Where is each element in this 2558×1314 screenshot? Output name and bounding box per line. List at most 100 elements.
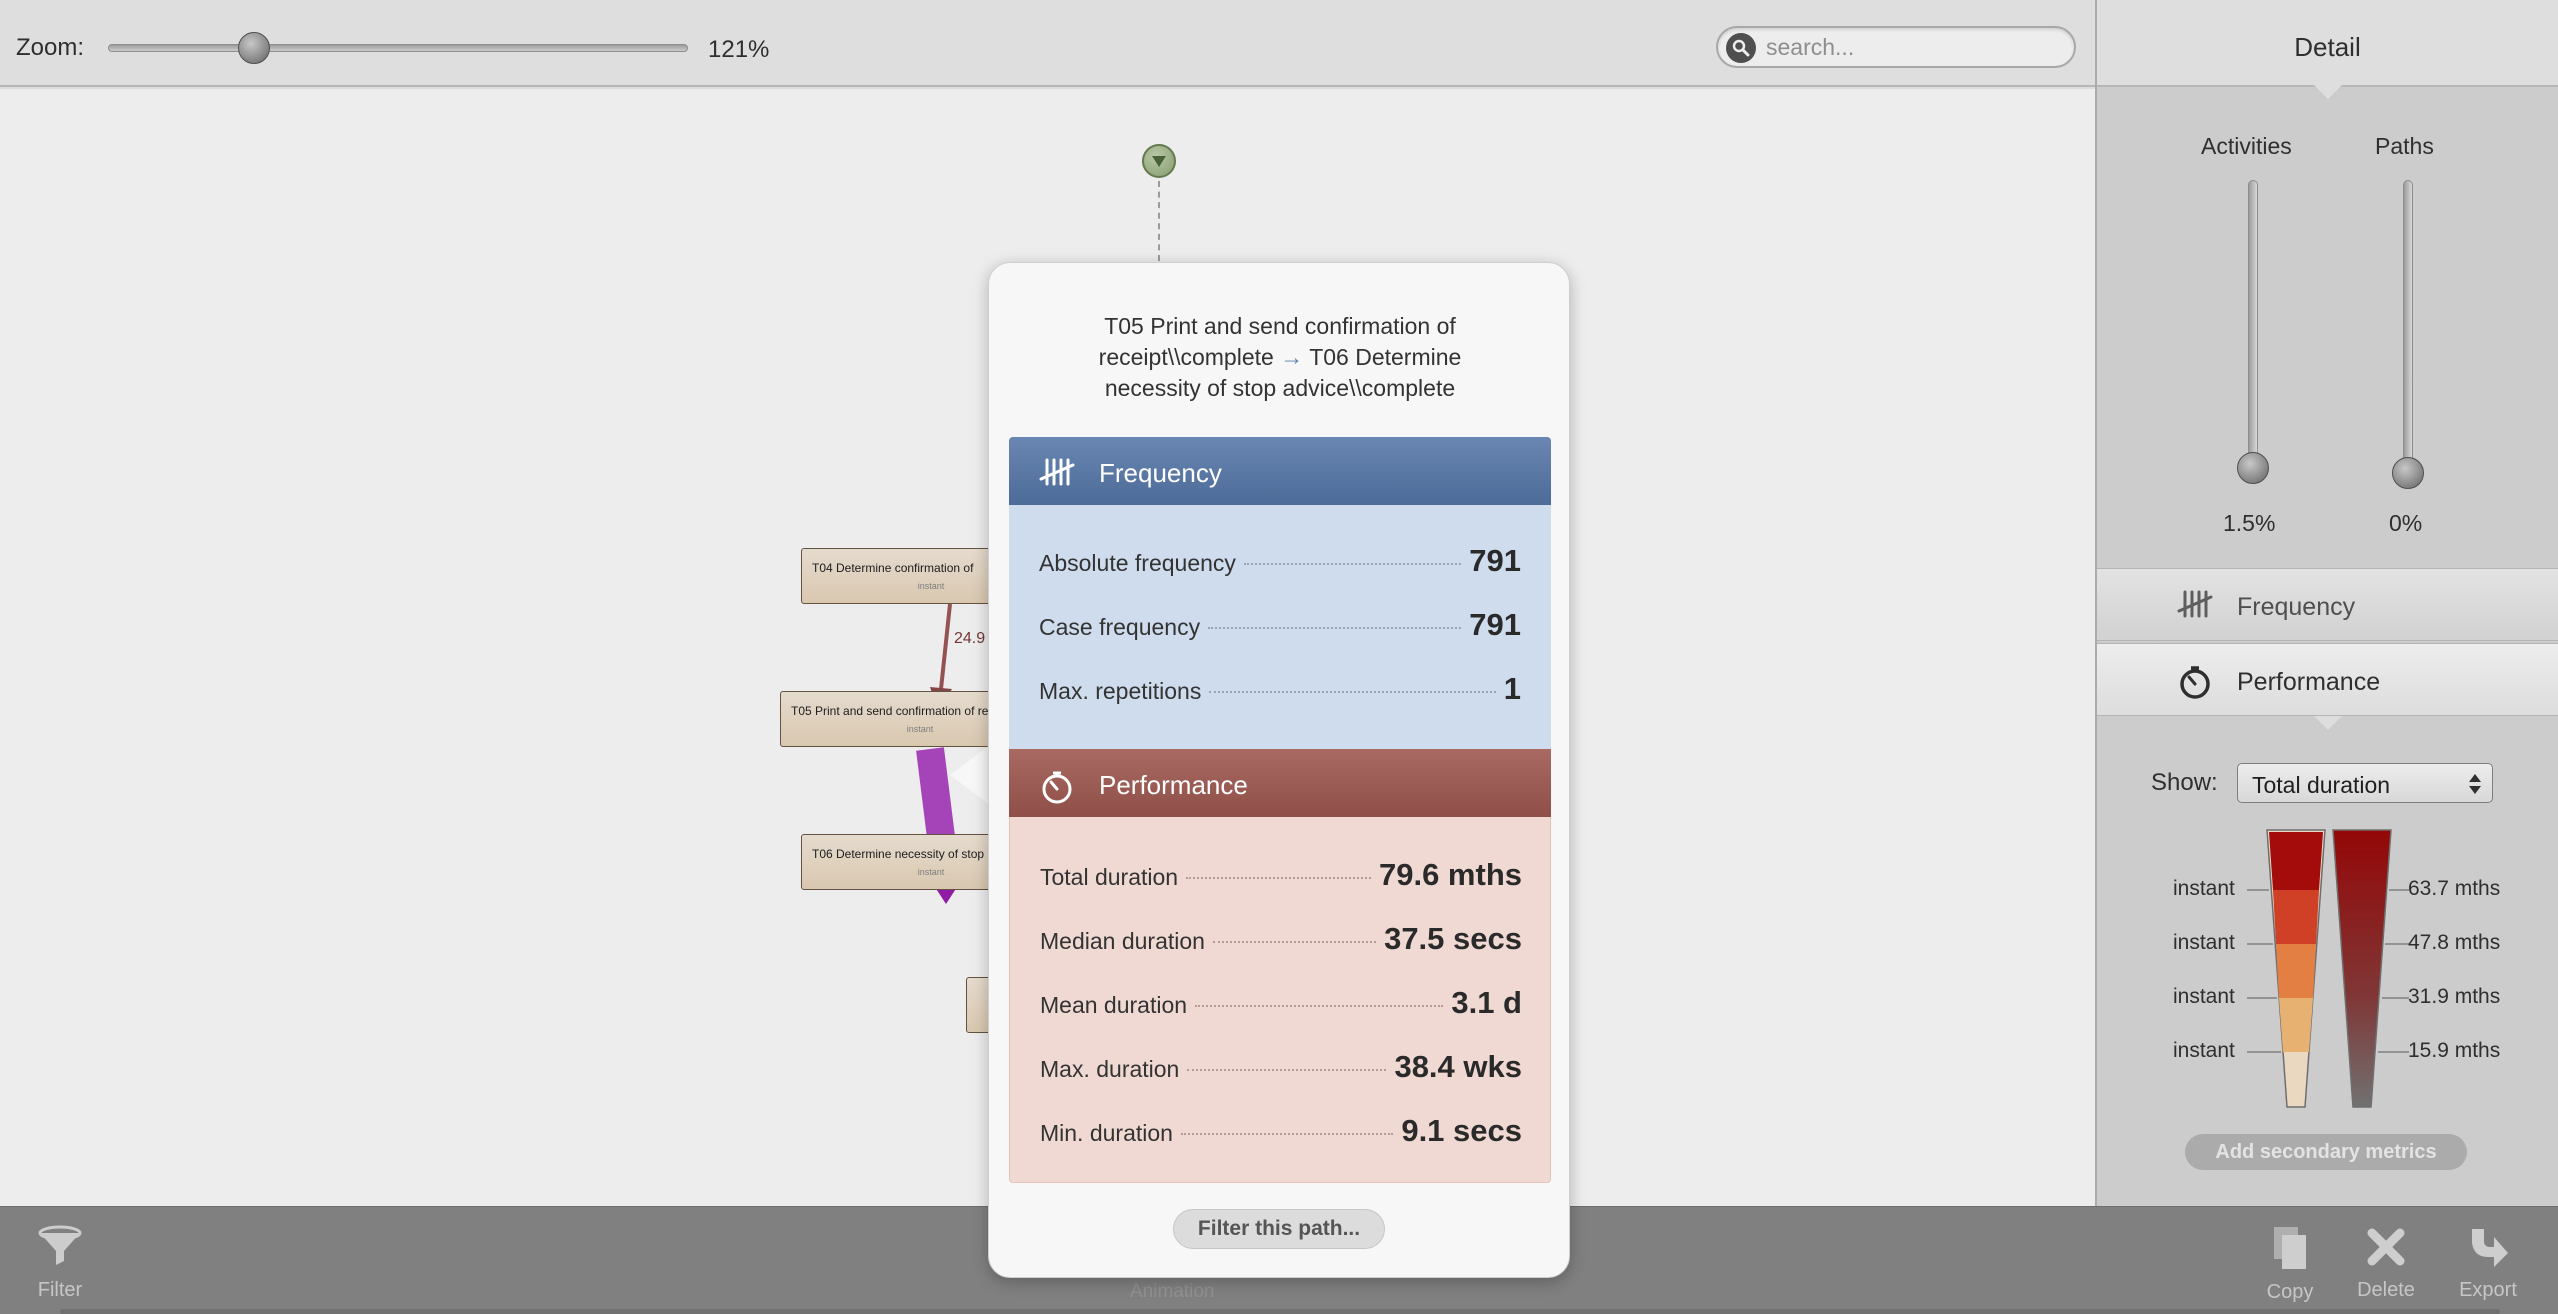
leader-dots [1187,1069,1387,1071]
zoom-label: Zoom: [16,34,85,61]
activities-slider-track[interactable] [2248,180,2258,480]
tab-performance-label: Performance [2237,668,2381,696]
filter-button[interactable]: Filter [28,1225,92,1302]
tab-frequency[interactable]: Frequency [2097,568,2558,641]
path-detail-popup: T05 Print and send confirmation of recei… [988,262,1570,1278]
metric-value: 79.6 mths [1378,857,1522,892]
select-arrows-icon [2469,774,2481,794]
activity-title: T05 Print and send confirmation of rec [791,704,995,718]
copy-button-label: Copy [2266,1281,2314,1303]
metric-row: Min. duration 9.1 secs [1040,1113,1522,1153]
search-box[interactable] [1716,26,2076,68]
delete-button[interactable]: Delete [2354,1225,2418,1302]
metric-row: Mean duration 3.1 d [1040,985,1522,1025]
scale-segment [2279,998,2313,1052]
metric-row: Median duration 37.5 secs [1040,921,1522,961]
activities-slider-handle[interactable] [2237,452,2269,484]
metric-value: 791 [1469,543,1521,578]
show-metric-select[interactable]: Total duration [2237,763,2493,803]
export-icon [2472,1229,2508,1267]
metric-row: Max. duration 38.4 wks [1040,1049,1522,1089]
edge-t04-t05[interactable] [939,603,952,690]
activities-slider-label: Activities [2201,133,2292,159]
edge-label: 24.9 [954,630,986,647]
metric-label: Mean duration [1040,992,1188,1018]
metric-label: Case frequency [1039,614,1201,640]
zoom-slider-track[interactable] [108,44,688,52]
tally-icon [1039,457,1075,492]
metric-label: Max. duration [1040,1056,1180,1082]
toolbar: Zoom: 121% [0,0,2095,87]
performance-section-header: Performance [1009,749,1551,829]
performance-section-title: Performance [1099,770,1248,800]
leader-dots [1212,941,1377,943]
metric-label: Min. duration [1040,1120,1173,1146]
show-metric-value: Total duration [2252,772,2391,798]
legend-left-label: instant [2173,985,2235,1008]
scale-segment [2273,890,2319,944]
tab-performance[interactable]: Performance [2097,643,2558,730]
legend-right-label: 47.8 mths [2408,931,2501,954]
popup-title-line: receipt\\complete → T06 Determine [1019,342,1541,373]
tab-notch [2314,716,2342,730]
leader-dots [1195,1005,1444,1007]
activity-title: T06 Determine necessity of stop [812,847,985,861]
metric-value: 3.1 d [1451,985,1522,1020]
popup-pointer [950,745,990,805]
metric-label: Total duration [1040,864,1179,890]
frequency-metrics: Absolute frequency 791 Case frequency 791 … [1009,505,1551,749]
stopwatch-icon [2177,664,2213,705]
detail-sidebar: Detail Activities Paths 1.5% 0% Frequenc… [2095,0,2558,1206]
legend-right-label: 15.9 mths [2408,1039,2501,1062]
export-button-label: Export [2459,1279,2517,1301]
metric-value: 9.1 secs [1401,1113,1522,1148]
frequency-section-header: Frequency [1009,437,1551,517]
legend-left-label: instant [2173,877,2235,900]
delete-icon [2367,1228,2405,1266]
leader-dots [1180,1133,1394,1135]
activities-slider-value: 1.5% [2223,510,2276,536]
performance-metrics: Total duration 79.6 mths Median duration 3… [1009,817,1551,1183]
tab-frequency-label: Frequency [2237,593,2356,621]
search-input[interactable] [1766,32,2056,62]
frequency-section-title: Frequency [1099,458,1222,488]
add-secondary-metrics-button[interactable]: Add secondary metrics [2185,1134,2467,1170]
leader-dots [1186,877,1371,879]
scale-bar-right [2332,829,2392,1108]
arrow-right-icon: → [1280,344,1304,370]
header-notch [2314,85,2342,99]
paths-slider-handle[interactable] [2392,457,2424,489]
legend-right-label: 63.7 mths [2408,877,2501,900]
popup-title-source: receipt\\complete [1098,344,1274,370]
leader-dots [1208,627,1462,629]
delete-button-label: Delete [2357,1279,2415,1301]
zoom-slider-handle[interactable] [238,32,270,64]
activity-title: T04 Determine confirmation of [812,561,974,575]
metric-label: Max. repetitions [1039,678,1202,704]
popup-title-line: necessity of stop advice\\complete [1104,375,1456,401]
metric-label: Absolute frequency [1039,550,1236,576]
popup-title-target: T06 Determine [1309,344,1462,370]
popup-title: T05 Print and send confirmation of recei… [1019,311,1541,404]
tally-icon [2177,589,2213,624]
paths-slider-track[interactable] [2403,180,2413,480]
filter-this-path-button[interactable]: Filter this path... [1173,1209,1385,1249]
legend-left-label: instant [2173,1039,2235,1062]
timeline-strip [60,1309,2500,1314]
copy-button[interactable]: Copy [2262,1225,2318,1304]
scale-segment [2269,832,2323,890]
export-button[interactable]: Export [2456,1225,2520,1302]
scale-segment [2276,944,2316,998]
metric-value: 37.5 secs [1384,921,1522,956]
filter-button-label: Filter [37,1279,83,1301]
leader-dots [1243,563,1462,565]
animation-label: Animation [1130,1281,1215,1302]
stopwatch-icon [1039,769,1075,810]
popup-title-line: T05 Print and send confirmation of [1104,313,1456,339]
sidebar-title: Detail [2294,32,2361,62]
paths-slider-value: 0% [2389,510,2423,536]
sidebar-header: Detail [2097,0,2558,99]
show-label: Show: [2151,769,2218,796]
metric-row: Case frequency 791 [1039,607,1521,647]
legend-left-label: instant [2173,931,2235,954]
